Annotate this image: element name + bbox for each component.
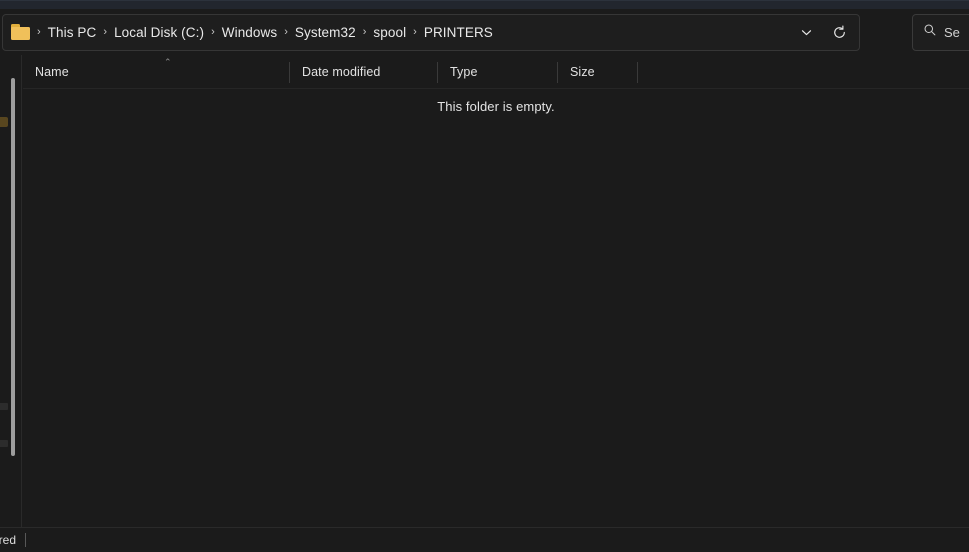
column-header-date-modified[interactable]: Date modified: [290, 55, 437, 89]
breadcrumb-item-printers[interactable]: PRINTERS: [419, 22, 498, 43]
status-bar: ared: [0, 527, 969, 552]
column-header-size-label: Size: [570, 65, 595, 79]
breadcrumb-separator: ›: [103, 26, 108, 38]
column-header-name[interactable]: Name ⌃: [23, 55, 289, 89]
empty-folder-message: This folder is empty.: [437, 99, 555, 114]
column-header-date-modified-label: Date modified: [302, 65, 381, 79]
file-list[interactable]: This folder is empty.: [23, 89, 969, 527]
window-chrome-strip: [0, 0, 969, 9]
breadcrumb-separator: ›: [362, 26, 367, 38]
breadcrumb-item-system32[interactable]: System32: [290, 22, 361, 43]
breadcrumb-item-local-disk-c[interactable]: Local Disk (C:): [109, 22, 209, 43]
search-placeholder: Se: [944, 25, 960, 40]
breadcrumb-item-this-pc[interactable]: This PC: [43, 22, 102, 43]
sort-ascending-icon: ⌃: [164, 57, 172, 67]
address-bar-row: › This PC › Local Disk (C:) › Windows › …: [0, 9, 969, 55]
refresh-icon[interactable]: [823, 18, 855, 48]
breadcrumb-separator: ›: [413, 26, 417, 38]
navigation-pane-scrollbar-thumb[interactable]: [11, 78, 15, 456]
address-bar[interactable]: › This PC › Local Disk (C:) › Windows › …: [2, 14, 860, 51]
nav-item-fragment-folder-icon: [0, 117, 8, 127]
status-bar-text: ared: [0, 533, 17, 547]
breadcrumb-separator: ›: [211, 26, 215, 38]
column-header-size[interactable]: Size: [558, 55, 637, 89]
nav-item-fragment-label: [0, 403, 8, 410]
search-input[interactable]: Se: [912, 14, 969, 51]
column-header-name-label: Name: [35, 65, 69, 79]
folder-icon: [11, 24, 31, 41]
breadcrumb-separator: ›: [284, 26, 288, 38]
breadcrumb-separator: ›: [37, 26, 41, 38]
search-icon: [923, 23, 937, 42]
breadcrumb-item-spool[interactable]: spool: [368, 22, 411, 43]
column-header-type[interactable]: Type: [438, 55, 557, 89]
nav-item-fragment-label: [0, 440, 8, 447]
breadcrumb: › This PC › Local Disk (C:) › Windows › …: [35, 22, 791, 43]
file-list-column-header: Name ⌃ Date modified Type Size: [23, 55, 969, 89]
chevron-down-icon[interactable]: [791, 18, 821, 48]
column-divider[interactable]: [637, 62, 638, 83]
breadcrumb-item-windows[interactable]: Windows: [217, 22, 282, 43]
status-bar-divider: [25, 533, 27, 547]
column-header-type-label: Type: [450, 65, 478, 79]
